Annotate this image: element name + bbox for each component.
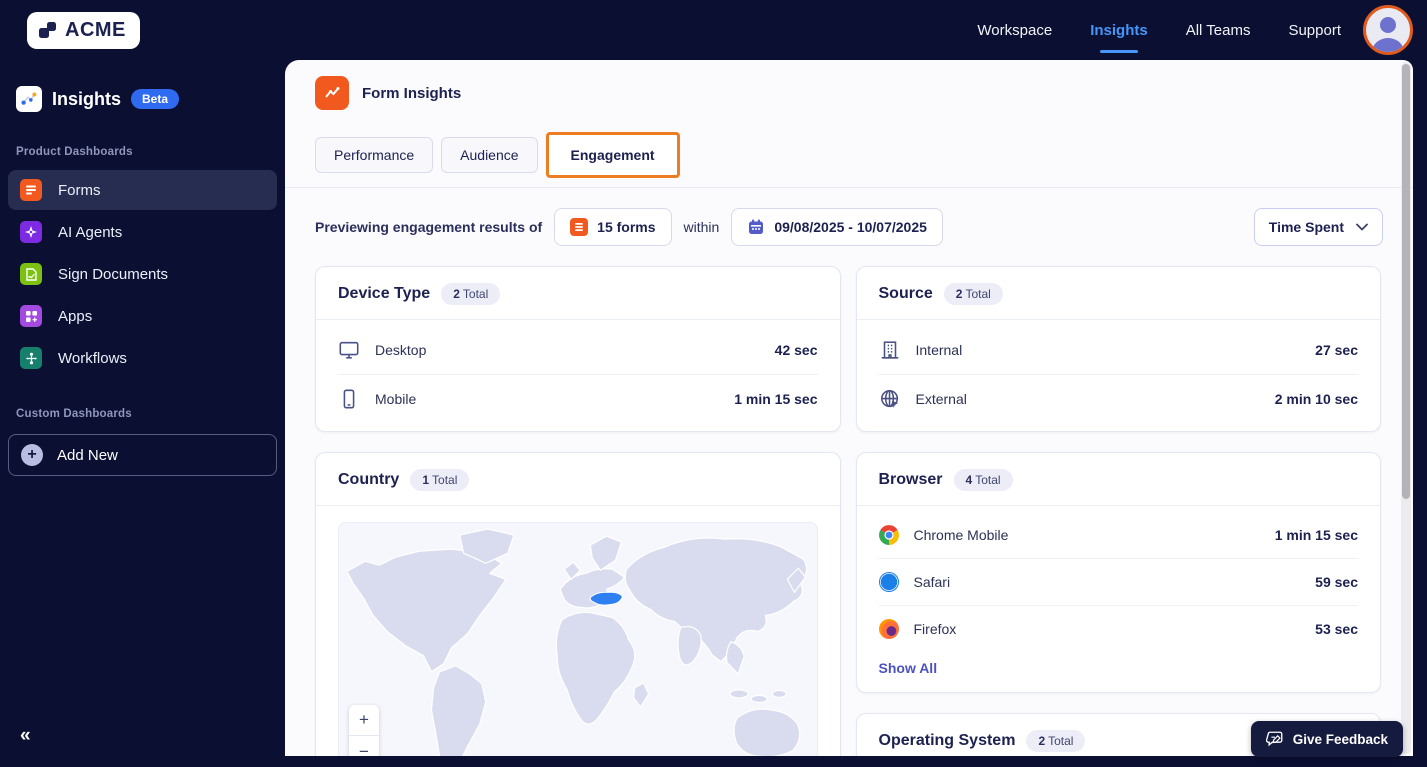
sidebar-item-label: Forms <box>58 181 101 199</box>
top-nav: Workspace Insights All Teams Support <box>977 16 1341 45</box>
date-range-button[interactable]: 09/08/2025 - 10/07/2025 <box>731 208 943 246</box>
table-row: Firefox 53 sec <box>878 606 1358 652</box>
globe-cursor-icon <box>879 388 901 410</box>
sign-documents-icon <box>20 263 42 285</box>
sidebar-item-label: AI Agents <box>58 223 123 241</box>
world-map-svg <box>346 528 808 756</box>
top-bar: ACME Workspace Insights All Teams Suppor… <box>0 0 1427 60</box>
show-all-link[interactable]: Show All <box>857 652 1381 692</box>
plus-icon: + <box>21 444 43 466</box>
date-range-label: 09/08/2025 - 10/07/2025 <box>774 219 927 235</box>
section-custom-dashboards: Custom Dashboards <box>16 408 132 420</box>
safari-icon <box>878 572 899 592</box>
logo-text: ACME <box>65 18 126 41</box>
collapse-sidebar-icon[interactable]: « <box>20 725 31 747</box>
avatar[interactable] <box>1363 5 1413 55</box>
country-card: Country 1 Total + − <box>315 452 841 756</box>
nav-support[interactable]: Support <box>1288 16 1341 45</box>
calendar-icon <box>747 218 765 236</box>
tab-performance[interactable]: Performance <box>315 137 434 173</box>
add-new-label: Add New <box>57 446 118 464</box>
tab-bar: Performance Audience Engagement <box>315 131 1383 179</box>
sidebar-item-label: Apps <box>58 307 93 325</box>
metric-dropdown-value: Time Spent <box>1268 219 1344 235</box>
form-icon <box>570 218 589 236</box>
insights-app-icon <box>16 86 42 112</box>
add-new-button[interactable]: + Add New <box>8 434 277 476</box>
total-badge: 1 Total <box>410 469 470 491</box>
total-badge: 2 Total <box>943 283 1003 305</box>
scrollbar-track[interactable] <box>1401 62 1411 754</box>
zoom-in-button[interactable]: + <box>349 705 379 736</box>
sidebar-item-label: Workflows <box>58 349 127 367</box>
metric-dropdown[interactable]: Time Spent <box>1253 208 1383 246</box>
filter-conjunction: within <box>683 219 720 235</box>
nav-insights[interactable]: Insights <box>1090 16 1148 45</box>
card-title: Operating System <box>878 732 1016 749</box>
sidebar-item-apps[interactable]: Apps <box>8 296 277 336</box>
mobile-icon <box>338 388 360 410</box>
acme-logo-icon <box>37 19 59 41</box>
page-title: Form Insights <box>362 84 462 102</box>
ai-agents-icon <box>20 221 42 243</box>
card-title: Country <box>338 471 400 488</box>
forms-icon <box>20 179 42 201</box>
section-product-dashboards: Product Dashboards <box>16 146 133 158</box>
give-feedback-label: Give Feedback <box>1292 731 1388 747</box>
total-badge: 2 Total <box>441 283 501 305</box>
table-row: Safari 59 sec <box>878 559 1358 606</box>
filter-prefix-text: Previewing engagement results of <box>315 219 543 235</box>
tab-audience[interactable]: Audience <box>441 137 538 173</box>
chrome-icon <box>878 525 899 545</box>
filter-row: Previewing engagement results of 15 form… <box>285 188 1413 264</box>
sidebar-item-label: Sign Documents <box>58 265 169 283</box>
nav-workspace[interactable]: Workspace <box>977 16 1052 45</box>
total-badge: 2 Total <box>1026 730 1086 752</box>
workflows-icon <box>20 347 42 369</box>
firefox-icon <box>878 619 899 639</box>
forms-count-label: 15 forms <box>597 219 656 235</box>
tab-engagement[interactable]: Engagement <box>545 132 680 178</box>
apps-icon <box>20 305 42 327</box>
source-card: Source 2 Total Internal 27 sec External … <box>855 266 1381 432</box>
give-feedback-button[interactable]: Give Feedback <box>1250 721 1403 757</box>
browser-card: Browser 4 Total Chrome Mobile 1 min 15 se… <box>855 452 1381 693</box>
sidebar: Insights Beta Product Dashboards Forms A… <box>0 60 285 767</box>
table-row: Chrome Mobile 1 min 15 sec <box>878 512 1358 559</box>
form-insights-icon <box>315 76 349 110</box>
sidebar-item-workflows[interactable]: Workflows <box>8 338 277 378</box>
card-title: Device Type <box>338 285 431 302</box>
zoom-out-button[interactable]: − <box>349 736 379 757</box>
desktop-icon <box>338 339 360 361</box>
total-badge: 4 Total <box>953 469 1013 491</box>
world-map[interactable]: + − <box>338 522 818 756</box>
app-name: Insights <box>52 88 122 109</box>
person-icon <box>1372 17 1404 52</box>
map-zoom-control: + − <box>349 705 379 756</box>
highlighted-country-turkey <box>589 591 624 606</box>
sidebar-item-forms[interactable]: Forms <box>8 170 277 210</box>
main-panel: Form Insights Performance Audience Engag… <box>285 60 1413 756</box>
device-type-card: Device Type 2 Total Desktop 42 sec Mobil… <box>315 266 841 432</box>
card-title: Source <box>878 285 933 302</box>
feedback-chat-icon <box>1265 731 1283 747</box>
table-row: Mobile 1 min 15 sec <box>338 375 818 423</box>
beta-badge: Beta <box>131 89 180 109</box>
card-title: Browser <box>878 471 943 488</box>
cards-grid: Device Type 2 Total Desktop 42 sec Mobil… <box>285 264 1413 756</box>
table-row: Desktop 42 sec <box>338 326 818 375</box>
acme-logo[interactable]: ACME <box>27 11 140 49</box>
page-header: Form Insights <box>315 76 1383 110</box>
table-row: Internal 27 sec <box>878 326 1358 375</box>
sidebar-item-sign-documents[interactable]: Sign Documents <box>8 254 277 294</box>
nav-all-teams[interactable]: All Teams <box>1186 16 1251 45</box>
sidebar-app-header: Insights Beta <box>0 60 285 118</box>
chevron-down-icon <box>1356 223 1368 231</box>
forms-count-button[interactable]: 15 forms <box>554 208 672 246</box>
scrollbar-thumb[interactable] <box>1402 64 1410 499</box>
sidebar-item-ai-agents[interactable]: AI Agents <box>8 212 277 252</box>
building-icon <box>879 339 901 361</box>
table-row: External 2 min 10 sec <box>879 375 1358 423</box>
